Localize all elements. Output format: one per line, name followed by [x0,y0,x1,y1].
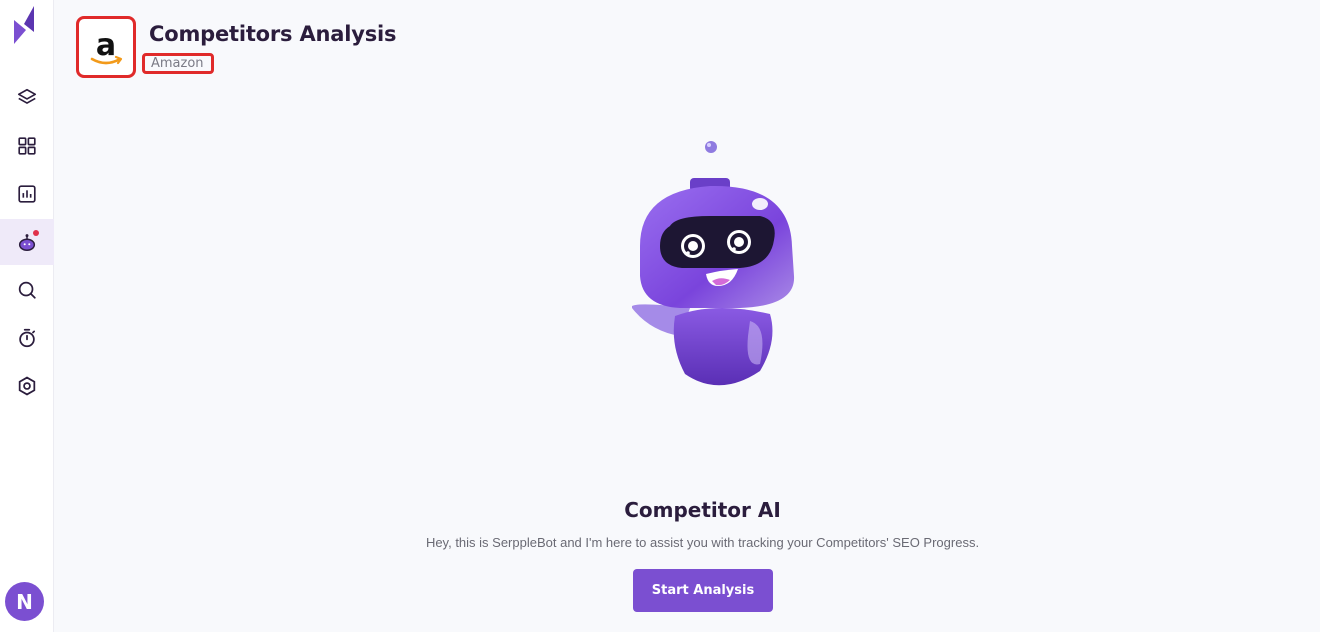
page-title: Competitors Analysis [149,22,397,46]
section-description: Hey, this is SerppleBot and I'm here to … [425,535,980,550]
grid-icon [18,137,36,155]
notification-badge [33,230,39,236]
settings-icon [18,376,36,396]
competitor-logo: a [76,16,136,78]
timer-icon [19,328,36,348]
sidebar-item-settings[interactable] [0,363,54,409]
robot-illustration [632,141,795,386]
search-icon [18,281,36,299]
svg-text:a: a [96,28,116,63]
sidebar-item-dashboard[interactable] [0,123,54,169]
bar-chart-icon [18,185,36,203]
sidebar-item-competitor-ai[interactable] [0,219,54,265]
sidebar-item-reports[interactable] [0,171,54,217]
sidebar-item-search[interactable] [0,267,54,313]
competitor-name: Amazon [142,53,214,74]
app-logo-icon[interactable] [12,6,38,44]
sidebar-item-projects[interactable] [0,75,54,121]
section-title: Competitor AI [624,498,781,522]
amazon-logo-icon: a [90,28,123,65]
user-avatar[interactable]: N [5,582,44,621]
start-analysis-button[interactable]: Start Analysis [633,569,773,612]
layers-icon [17,88,37,104]
sidebar-item-timer[interactable] [0,315,54,361]
